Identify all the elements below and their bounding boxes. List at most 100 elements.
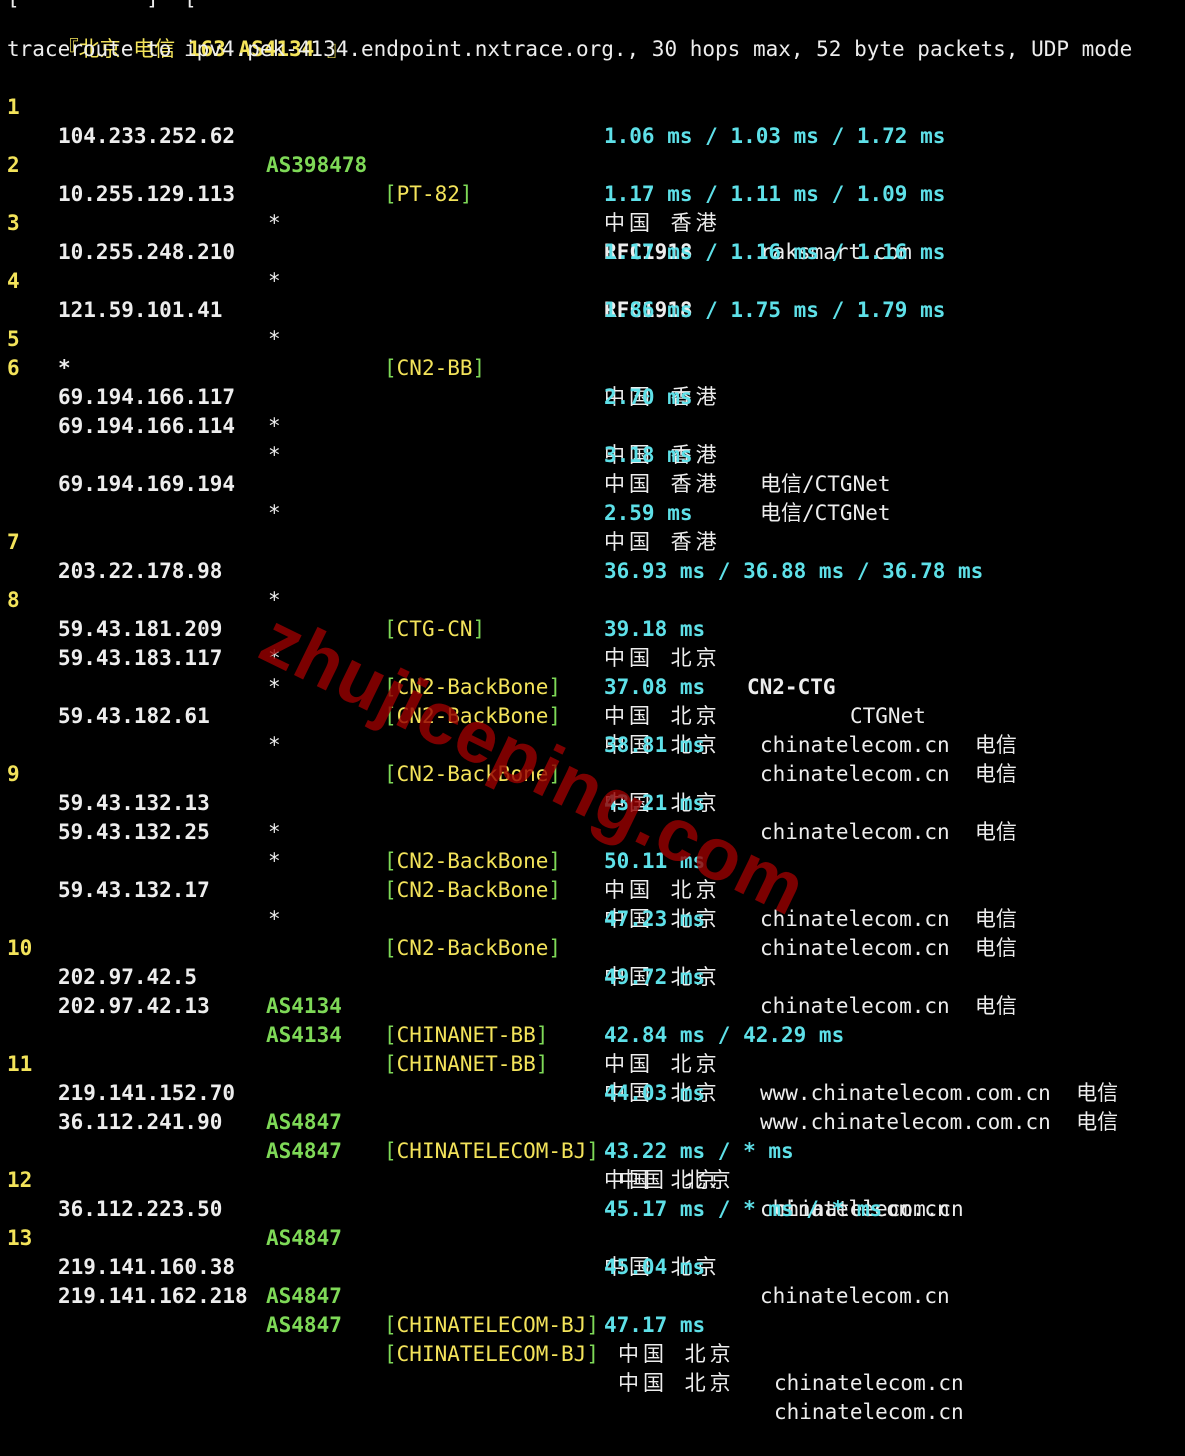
hop-tag: [CN2-BackBone]	[384, 878, 562, 902]
hop-rtt-row: 47.23 ms	[0, 876, 705, 931]
hop-tag-text: CHINATELECOM-BJ	[396, 1342, 587, 1366]
hop-org: 电信/CTGNet	[760, 501, 891, 525]
hop-row: 9 59.43.132.13 * [CN2-BackBone] 中国 北京 ch…	[0, 731, 1017, 931]
hop-tag-text: CN2-BackBone	[396, 936, 549, 960]
hop-row: 8 59.43.181.209 * [CN2-BackBone] 中国 北京 c…	[0, 557, 1017, 757]
hop-ip: 59.43.183.117	[58, 646, 223, 670]
hop-ip: 69.194.166.114	[58, 414, 236, 438]
hop-ip: 59.43.132.17	[58, 878, 210, 902]
hop-tag-text: CTG-CN	[396, 617, 473, 641]
hop-rtt-row: 1.17 ms / 1.11 ms / 1.09 ms	[0, 151, 945, 206]
hop-row: 2 10.255.129.113 * RFC1918	[0, 122, 693, 264]
hop-rtt: 44.03 ms	[604, 1081, 706, 1105]
hop-rtt-row: 43.22 ms / * ms	[0, 1108, 794, 1163]
hop-org: chinatelecom.cn	[774, 1371, 964, 1395]
hop-ip: 59.43.132.13	[58, 791, 210, 815]
hop-rtt: 43.21 ms	[604, 791, 706, 815]
hop-row: 1 104.233.252.62 AS398478 [PT-82] 中国 香港 …	[0, 64, 912, 264]
hop-rtt: 47.17 ms	[604, 1313, 706, 1337]
hop-tag: [CN2-BackBone]	[384, 936, 562, 960]
hop-ip: 10.255.248.210	[58, 240, 236, 264]
hop-asn: AS4134	[266, 994, 342, 1018]
hop-org: www.chinatelecom.com.cn 电信	[760, 1110, 1119, 1134]
hop-rtt-row: 38.81 ms	[0, 702, 705, 757]
hop-rtt-row: 37.08 ms	[0, 644, 705, 699]
hop-ip: 219.141.152.70	[58, 1081, 236, 1105]
hop-tag: [CHINANET-BB]	[384, 1023, 549, 1047]
hop-tag: [CHINATELECOM-BJ]	[384, 1139, 599, 1163]
hop-row: 219.141.162.218 AS4847 [CHINATELECOM-BJ]…	[0, 1253, 964, 1424]
hop-row: 3 10.255.248.210 * RFC1918	[0, 180, 693, 322]
hop-org: chinatelecom.cn 电信	[760, 820, 1017, 844]
hop-rtt: 38.81 ms	[604, 733, 706, 757]
hop-rtt-row: 50.11 ms	[0, 818, 705, 873]
hop-row: 5 *	[0, 296, 71, 380]
hop-asn: AS4847	[266, 1139, 342, 1163]
hop-ip: 59.43.181.209	[58, 617, 223, 641]
hop-geo: 中国 北京	[604, 704, 721, 728]
hop-tag: [CN2-BB]	[384, 356, 486, 380]
hop-asn: *	[268, 820, 281, 844]
hop-asn: *	[268, 269, 281, 293]
hop-org: chinatelecom.cn 电信	[760, 994, 1017, 1018]
hop-org: chinatelecom.cn 电信	[760, 733, 1017, 757]
hop-geo: 中国 北京	[604, 1052, 721, 1076]
hop-tag: [PT-82]	[384, 182, 473, 206]
hop-tag-text: CN2-BackBone	[396, 704, 549, 728]
hop-org: chinatelecom.cn 电信	[760, 907, 1017, 931]
hop-asn: *	[268, 849, 281, 873]
hop-tag: [CN2-BackBone]	[384, 762, 562, 786]
hop-tag-text: CN2-BackBone	[396, 878, 549, 902]
hop-asn: *	[268, 588, 281, 612]
hop-rtt: 49.72 ms	[604, 965, 706, 989]
hop-ip: 69.194.169.194	[58, 472, 236, 496]
hop-rtt: 2.59 ms	[604, 501, 693, 525]
hop-rtt-row: 1.86 ms / 1.75 ms / 1.79 ms	[0, 267, 945, 322]
hop-rtt: 1.17 ms / 1.16 ms / 1.16 ms	[604, 240, 946, 264]
hop-asn: *	[268, 501, 281, 525]
hop-geo: 中国 北京	[604, 1168, 721, 1192]
hop-ip: 219.141.162.218	[58, 1284, 248, 1308]
hop-ip: 121.59.101.41	[58, 298, 223, 322]
hop-rtt-row: 45.04 ms	[0, 1224, 705, 1279]
hop-org: 电信/CTGNet	[760, 472, 891, 496]
hop-row: 202.97.42.13 AS4134 [CHINANET-BB] 中国 北京 …	[0, 963, 1118, 1134]
hop-rtt-row: 43.21 ms	[0, 760, 705, 815]
terminal-window[interactable]: [ ] [ 『北京 电信 163 AS4134 』 traceroute to …	[0, 0, 1185, 1424]
hop-rtt-row: 1.17 ms / 1.16 ms / 1.16 ms	[0, 209, 945, 264]
hop-tag: [CN2-BackBone]	[384, 849, 562, 873]
hop-ip: 36.112.241.90	[58, 1110, 223, 1134]
hop-rtt: 36.93 ms / 36.88 ms / 36.78 ms	[604, 559, 984, 583]
hop-row: 10 202.97.42.5 AS4134 [CHINANET-BB] 中国 北…	[0, 905, 1118, 1105]
hop-asn: *	[268, 646, 281, 670]
hop-rtt: 1.06 ms / 1.03 ms / 1.72 ms	[604, 124, 946, 148]
hop-row: 4 121.59.101.41 * [CN2-BB] 中国 香港	[0, 238, 717, 409]
hop-row: 59.43.132.25 * [CN2-BackBone] 中国 北京 chin…	[0, 789, 1017, 960]
hop-row: 36.112.241.90 AS4847 中国 北京 chinatelecom.…	[0, 1079, 950, 1221]
hop-asn: AS4847	[266, 1110, 342, 1134]
hop-rtt-row: 49.72 ms	[0, 934, 705, 989]
hop-tag: [CN2-BackBone]	[384, 675, 562, 699]
hop-asn: AS4847	[266, 1284, 342, 1308]
hop-rtt: 50.11 ms	[604, 849, 706, 873]
hop-ip: 219.141.160.38	[58, 1255, 236, 1279]
hop-rtt-row: 42.84 ms / 42.29 ms	[0, 992, 844, 1047]
hop-geo: 中国 北京	[618, 1371, 735, 1395]
traceroute-command-line: traceroute to ipv4.pek-4134.endpoint.nxt…	[7, 37, 1133, 61]
hop-org-primary: CN2-CTG	[747, 675, 836, 699]
hop-ip: 59.43.132.25	[58, 820, 210, 844]
hop-tag-text: CHINATELECOM-BJ	[396, 1313, 587, 1337]
hop-tag-text: CHINANET-BB	[396, 1023, 536, 1047]
hop-ip: 202.97.42.13	[58, 994, 210, 1018]
hop-org: chinatelecom.cn 电信	[760, 936, 1017, 960]
hop-rtt: 43.22 ms / * ms	[604, 1139, 794, 1163]
hop-asn: *	[268, 327, 281, 351]
hop-rtt-row: 36.93 ms / 36.88 ms / 36.78 ms	[0, 528, 983, 583]
hop-row: 59.43.182.61 * [CN2-BackBone] 中国 北京 chin…	[0, 673, 1017, 844]
hop-geo: 中国 北京	[618, 1342, 735, 1366]
hop-asn: *	[268, 211, 281, 235]
hop-geo: 中国 北京	[604, 646, 721, 670]
hop-row: 69.194.166.114 * 中国 香港 电信/CTGNet	[0, 383, 891, 525]
hop-asn: *	[268, 675, 281, 699]
hop-ip: 36.112.223.50	[58, 1197, 223, 1221]
